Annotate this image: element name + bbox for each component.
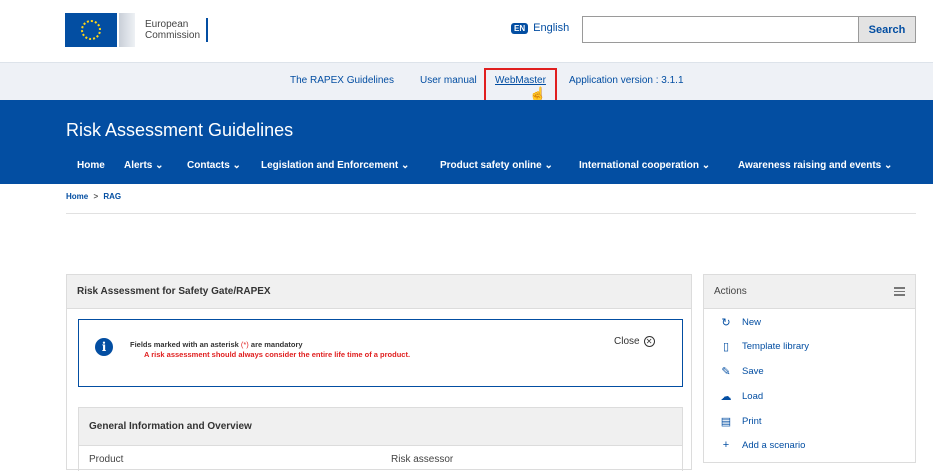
action-save[interactable]: ✎ Save <box>718 365 764 378</box>
close-label: Close <box>614 336 640 347</box>
action-label: Load <box>742 391 764 402</box>
info-mandatory-text: Fields marked with an asterisk (*) are m… <box>130 340 303 349</box>
top-header: European Commission EN English Search <box>0 0 933 62</box>
risk-assessor-label: Risk assessor <box>391 454 454 465</box>
link-user-manual[interactable]: User manual <box>420 75 477 86</box>
cloud-upload-icon: ☁ <box>720 391 732 403</box>
collapse-panel-icon[interactable] <box>894 287 905 296</box>
logo-line1: European <box>145 19 189 30</box>
pencil-icon: ✎ <box>721 366 731 378</box>
breadcrumb-home[interactable]: Home <box>66 192 88 201</box>
refresh-icon: ↻ <box>721 317 731 329</box>
breadcrumb-separator: > <box>93 192 99 201</box>
print-icon: ▤ <box>720 416 732 428</box>
divider <box>66 213 916 214</box>
action-print[interactable]: ▤ Print <box>718 415 762 428</box>
eu-flag-icon <box>65 13 117 47</box>
european-commission-logo[interactable]: European Commission <box>65 12 220 48</box>
info-warning-text: A risk assessment should always consider… <box>144 350 411 359</box>
action-label: Save <box>742 366 764 377</box>
risk-assessment-panel: Risk Assessment for Safety Gate/RAPEX i … <box>66 274 692 471</box>
site-banner: Risk Assessment Guidelines Home Alerts ⌄… <box>0 100 933 184</box>
breadcrumb: Home > RAG <box>66 192 121 201</box>
search-button[interactable]: Search <box>859 16 916 43</box>
info-icon: i <box>95 338 113 356</box>
action-label: New <box>742 317 762 328</box>
nav-international[interactable]: International cooperation ⌄ <box>579 160 710 171</box>
nav-alerts[interactable]: Alerts ⌄ <box>124 160 164 171</box>
general-info-row: Product Risk assessor <box>79 446 682 472</box>
asterisk-marker: (*) <box>240 340 249 349</box>
action-label: Template library <box>742 341 810 352</box>
action-load[interactable]: ☁ Load <box>718 390 764 403</box>
actions-title: Actions <box>714 286 747 297</box>
panel-title: Risk Assessment for Safety Gate/RAPEX <box>67 275 691 309</box>
link-rapex-guidelines[interactable]: The RAPEX Guidelines <box>290 75 394 86</box>
breadcrumb-current: RAG <box>103 192 122 201</box>
info-message: i Fields marked with an asterisk (*) are… <box>78 319 683 387</box>
close-button[interactable]: Close ✕ <box>614 336 655 347</box>
application-version: Application version : 3.1.1 <box>569 75 684 86</box>
product-label: Product <box>89 454 124 465</box>
language-selector[interactable]: EN English <box>511 22 569 34</box>
actions-panel: Actions ↻ New ▯ Template library ✎ Save … <box>703 274 916 463</box>
action-add-scenario[interactable]: + Add a scenario <box>718 439 806 451</box>
action-new[interactable]: ↻ New <box>718 316 761 329</box>
language-badge: EN <box>511 22 529 34</box>
general-information-panel: General Information and Overview Product… <box>78 407 683 471</box>
action-label: Add a scenario <box>742 439 806 451</box>
action-template-library[interactable]: ▯ Template library <box>718 340 809 353</box>
nav-home[interactable]: Home <box>77 160 105 171</box>
logo-line2: Commission <box>145 30 201 41</box>
nav-legislation[interactable]: Legislation and Enforcement ⌄ <box>261 160 409 171</box>
general-information-title: General Information and Overview <box>79 408 682 446</box>
nav-contacts[interactable]: Contacts ⌄ <box>187 160 241 171</box>
actions-header: Actions <box>704 275 915 309</box>
nav-product-safety[interactable]: Product safety online ⌄ <box>440 160 553 171</box>
search-input[interactable] <box>582 16 859 43</box>
close-icon: ✕ <box>643 336 655 347</box>
book-icon: ▯ <box>722 341 730 353</box>
utility-bar: The RAPEX Guidelines User manual WebMast… <box>0 62 933 100</box>
nav-awareness[interactable]: Awareness raising and events ⌄ <box>738 160 892 171</box>
plus-icon: + <box>722 439 730 451</box>
site-title: Risk Assessment Guidelines <box>66 120 294 140</box>
action-label: Print <box>742 416 762 427</box>
language-label: English <box>533 22 570 34</box>
